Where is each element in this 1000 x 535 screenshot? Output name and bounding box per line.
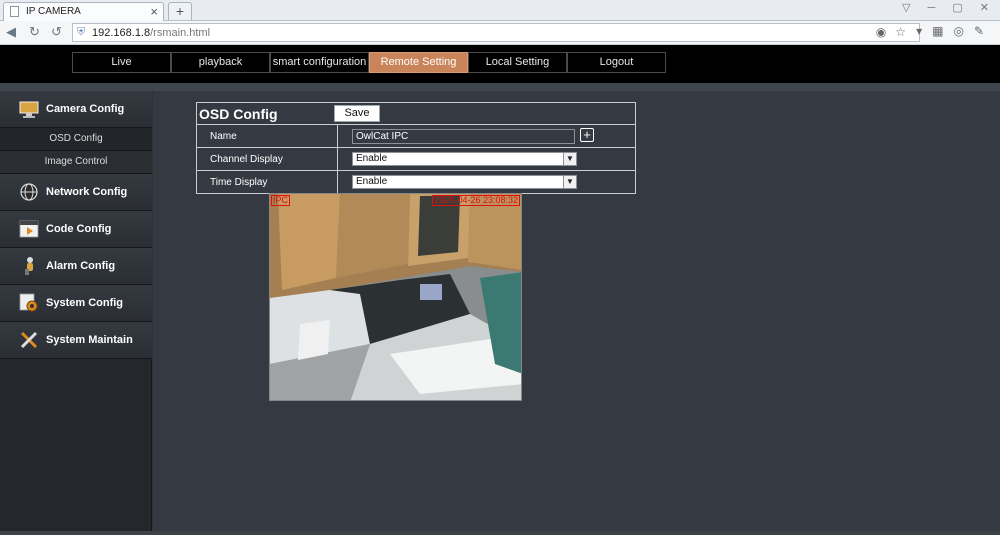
tab-title: IP CAMERA (26, 6, 81, 17)
column-divider (337, 171, 338, 194)
address-bar[interactable]: ⛨ 192.168.1.8/rsmain.html ◉☆ (72, 23, 920, 42)
sidebar-item-osd-config[interactable]: OSD Config (0, 128, 152, 151)
menu-smart-configuration[interactable]: smart configuration (270, 52, 369, 73)
chevron-down-icon[interactable]: ▼ (563, 153, 576, 165)
menu-logout[interactable]: Logout (567, 52, 666, 73)
window-controls[interactable]: ▽ ─ ▢ ✕ (902, 1, 996, 14)
channel-display-label: Channel Display (210, 154, 283, 165)
main-content: OSD Config Save Name + Channel Display E… (153, 91, 1000, 535)
browser-tab[interactable]: IP CAMERA × (3, 2, 164, 21)
form-header: OSD Config Save (197, 103, 635, 125)
sidebar-item-system-maintain[interactable]: System Maintain (0, 322, 152, 359)
bottom-edge (0, 531, 1000, 535)
reload-icon[interactable]: ↺ (51, 24, 62, 40)
time-display-select[interactable]: Enable ▼ (352, 175, 577, 189)
sidebar-item-label: Code Config (46, 223, 112, 235)
tab-close-icon[interactable]: × (150, 4, 158, 19)
browser-nav-bar: ◀ ↻ ↺ ⛨ 192.168.1.8/rsmain.html ◉☆ ▾▦◎✎ (0, 21, 1000, 45)
sidebar-item-system-config[interactable]: System Config (0, 285, 152, 322)
page-icon (10, 6, 19, 17)
main-menu: Live playback smart configuration Remote… (72, 52, 666, 75)
monitor-icon (19, 101, 39, 118)
add-button[interactable]: + (580, 128, 594, 142)
back-icon[interactable]: ◀ (6, 24, 16, 40)
sidebar-item-network-config[interactable]: Network Config (0, 174, 152, 211)
sidebar-item-image-control[interactable]: Image Control (0, 151, 152, 174)
browser-tab-bar: IP CAMERA × + ▽ ─ ▢ ✕ (0, 0, 1000, 21)
sidebar-item-alarm-config[interactable]: Alarm Config (0, 248, 152, 285)
alarm-person-icon (25, 257, 33, 275)
new-tab-button[interactable]: + (168, 2, 192, 20)
forward-icon[interactable]: ↻ (29, 24, 40, 40)
sidebar: Camera Config OSD Config Image Control N… (0, 91, 152, 535)
sidebar-item-camera-config[interactable]: Camera Config (0, 91, 152, 128)
video-preview[interactable]: IPC 2020-04-26 23:08:32 (269, 193, 522, 401)
menu-remote-setting[interactable]: Remote Setting (369, 52, 468, 73)
shield-icon: ⛨ (77, 26, 86, 38)
wrench-icon (20, 331, 38, 349)
osd-config-form: OSD Config Save Name + Channel Display E… (196, 102, 636, 194)
sidebar-item-label: System Maintain (46, 334, 133, 346)
time-overlay: 2020-04-26 23:08:32 (432, 195, 520, 206)
gear-icon (19, 293, 38, 312)
name-label: Name (210, 131, 237, 142)
column-divider (337, 125, 338, 148)
sidebar-item-label: Camera Config (46, 103, 125, 115)
address-tools[interactable]: ◉☆ (876, 25, 915, 39)
camera-feed-image (270, 194, 521, 400)
menu-live[interactable]: Live (72, 52, 171, 73)
time-display-row: Time Display Enable ▼ (197, 171, 635, 194)
app-header: Live playback smart configuration Remote… (0, 45, 1000, 83)
name-input[interactable] (352, 129, 575, 144)
name-overlay: IPC (271, 195, 291, 206)
header-divider (0, 83, 1000, 91)
sidebar-item-label: Alarm Config (46, 260, 116, 272)
time-display-label: Time Display (210, 177, 268, 188)
browser-toolbar-icons[interactable]: ▾▦◎✎ (916, 24, 994, 38)
menu-playback[interactable]: playback (171, 52, 270, 73)
network-globe-icon (20, 183, 38, 201)
column-divider (337, 148, 338, 171)
url-text: 192.168.1.8/rsmain.html (92, 27, 211, 39)
select-value: Enable (356, 176, 388, 187)
chevron-down-icon[interactable]: ▼ (563, 176, 576, 188)
save-button[interactable]: Save (334, 105, 380, 122)
select-value: Enable (356, 153, 388, 164)
video-clapper-icon (19, 220, 39, 238)
channel-display-select[interactable]: Enable ▼ (352, 152, 577, 166)
name-row: Name + (197, 125, 635, 148)
sidebar-item-label: System Config (46, 297, 124, 309)
sidebar-item-label: Network Config (46, 186, 128, 198)
page-title: OSD Config (199, 106, 278, 122)
sidebar-item-code-config[interactable]: Code Config (0, 211, 152, 248)
menu-local-setting[interactable]: Local Setting (468, 52, 567, 73)
channel-display-row: Channel Display Enable ▼ (197, 148, 635, 171)
